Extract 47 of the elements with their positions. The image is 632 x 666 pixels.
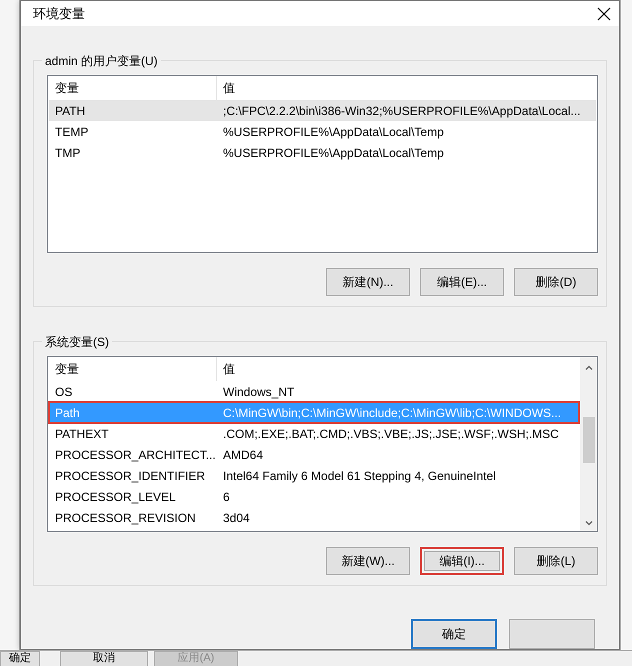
variable-value: .COM;.EXE;.BAT;.CMD;.VBS;.VBE;.JS;.JSE;.WSF;.WSH;.MSC	[222, 426, 560, 442]
list-row[interactable]: PROCESSOR_LEVEL 6	[49, 486, 579, 507]
variable-name: TMP	[54, 144, 82, 162]
variable-value: AMD64	[222, 446, 264, 464]
scrollbar[interactable]	[580, 357, 597, 531]
variable-name: PROCESSOR_ARCHITECT...	[54, 446, 217, 464]
group-label: 系统变量(S)	[42, 333, 112, 351]
action-button[interactable]: 新建(W)...	[326, 547, 410, 575]
variable-value: %USERPROFILE%\AppData\Local\Temp	[222, 144, 445, 162]
action-button[interactable]: 删除(L)	[514, 547, 598, 575]
ok-button[interactable]: 确定	[411, 619, 497, 649]
variable-name: PROCESSOR_REVISION	[54, 510, 197, 526]
scroll-down-icon[interactable]	[584, 518, 594, 528]
action-button[interactable]: 编辑(I)...	[420, 547, 504, 575]
variable-value: C:\MinGW\bin;C:\MinGW\include;C:\MinGW\lib;C:\WINDOWS...	[222, 404, 562, 422]
action-button[interactable]: 新建(N)...	[326, 268, 410, 296]
list-row[interactable]: PROCESSOR_IDENTIFIER Intel64 Family 6 Model 61 Stepping 4, GenuineIntel	[49, 465, 579, 486]
scrollbar-thumb[interactable]	[582, 417, 594, 463]
list-row[interactable]: PATHEXT .COM;.EXE;.BAT;.CMD;.VBS;.VBE;.JS;.JSE;.WSF;.WSH;.MSC	[49, 423, 579, 444]
group-label: admin 的用户变量(U)	[42, 52, 161, 70]
variable-name: Path	[54, 404, 81, 422]
variable-name: TEMP	[54, 124, 90, 140]
list-row[interactable]: PROCESSOR_REVISION 3d04	[49, 507, 579, 528]
action-button[interactable]: 删除(D)	[514, 268, 598, 296]
list-row[interactable]: TMP %USERPROFILE%\AppData\Local\Temp	[49, 142, 596, 163]
list-row[interactable]: PROCESSOR_ARCHITECT... AMD64	[49, 444, 579, 465]
column-header[interactable]: 变量	[49, 357, 217, 381]
column-header[interactable]: 值	[217, 76, 596, 100]
close-icon[interactable]	[595, 4, 613, 22]
background-button: 应用(A)	[154, 650, 238, 666]
variable-value: %USERPROFILE%\AppData\Local\Temp	[222, 124, 445, 140]
window-title: 环境变量	[33, 4, 85, 23]
variable-value: 3d04	[222, 510, 251, 526]
variable-value: ;C:\FPC\2.2.2\bin\i386-Win32;%USERPROFILE%\AppData\Local...	[222, 102, 582, 120]
action-button[interactable]: 编辑(E)...	[420, 268, 504, 296]
variable-value: 6	[222, 488, 231, 506]
list-row[interactable]: OS Windows_NT	[49, 381, 579, 402]
variable-value: Intel64 Family 6 Model 61 Stepping 4, GenuineIntel	[222, 468, 497, 484]
variable-value: Windows_NT	[222, 384, 296, 400]
column-header[interactable]: 值	[217, 357, 579, 381]
list-row[interactable]: TEMP %USERPROFILE%\AppData\Local\Temp	[49, 121, 596, 142]
variable-name: PATHEXT	[54, 426, 110, 442]
variable-name: PATH	[54, 102, 86, 120]
variable-name: PROCESSOR_IDENTIFIER	[54, 468, 206, 484]
variable-name: OS	[54, 384, 74, 400]
variable-name: PROCESSOR_LEVEL	[54, 488, 177, 506]
list-row[interactable]: PATH ;C:\FPC\2.2.2\bin\i386-Win32;%USERPROFILE%\AppData\Local...	[49, 100, 596, 121]
